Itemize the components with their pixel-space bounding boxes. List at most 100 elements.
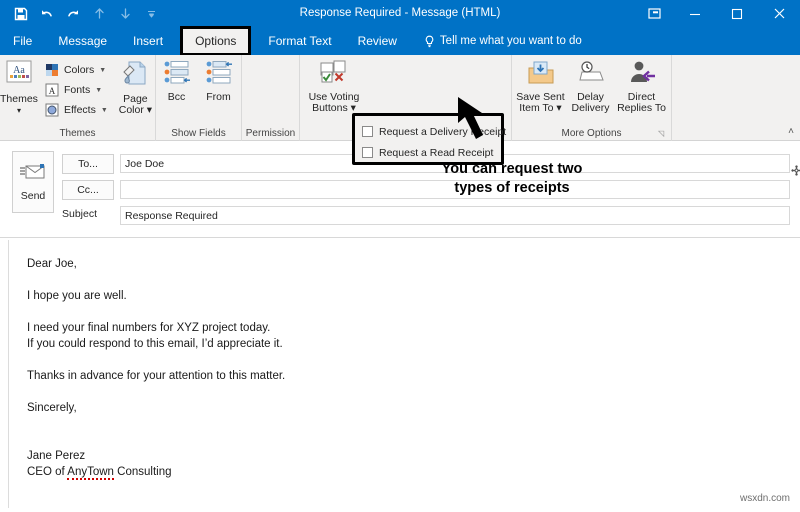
direct-replies-to-icon xyxy=(627,60,657,89)
signature-title: CEO of AnyTown Consulting xyxy=(27,464,285,480)
window-controls xyxy=(634,0,800,27)
from-field-icon xyxy=(204,60,234,89)
to-button[interactable]: To... xyxy=(62,154,114,174)
group-label-show-fields: Show Fields xyxy=(171,128,226,139)
save-icon[interactable] xyxy=(8,3,34,25)
customize-quick-access-toolbar-icon[interactable] xyxy=(138,3,164,25)
theme-fonts-button[interactable]: A Fonts ▼ xyxy=(44,81,108,99)
request-delivery-receipt-label: Request a Delivery Receipt xyxy=(379,125,507,138)
tab-options[interactable]: Options xyxy=(180,26,252,56)
message-body-text[interactable]: Dear Joe, I hope you are well. I need yo… xyxy=(27,256,285,496)
delay-delivery-icon xyxy=(576,60,606,89)
send-icon xyxy=(20,163,46,184)
close-icon[interactable] xyxy=(758,0,800,27)
title-bar: Response Required - Message (HTML) xyxy=(0,0,800,27)
page-color-label-2: Color ▾ xyxy=(118,104,153,116)
signature-name: Jane Perez xyxy=(27,450,86,462)
body-paragraph-2-line-2: If you could respond to this email, I’d … xyxy=(27,338,283,350)
from-button[interactable]: From xyxy=(197,57,241,103)
redo-icon[interactable] xyxy=(60,3,86,25)
message-body-frame: Dear Joe, I hope you are well. I need yo… xyxy=(8,240,792,508)
chevron-down-icon: ▼ xyxy=(99,66,107,74)
body-greeting: Dear Joe, xyxy=(27,258,77,270)
group-label-themes: Themes xyxy=(59,128,96,139)
save-sent-item-to-label-2: Item To ▾ xyxy=(519,102,562,114)
more-options-dialog-launcher-icon[interactable]: ◹ xyxy=(658,129,667,138)
tab-message[interactable]: Message xyxy=(45,27,120,55)
subject-label: Subject xyxy=(62,208,98,220)
direct-replies-to-label-2: Replies To xyxy=(617,102,666,114)
subject-input[interactable]: Response Required xyxy=(120,206,790,225)
ribbon-group-show-fields: Bcc From Show Fields xyxy=(156,55,242,141)
theme-colors-button[interactable]: Colors ▼ xyxy=(44,61,108,79)
save-sent-item-to-icon xyxy=(526,60,556,89)
tab-review[interactable]: Review xyxy=(345,27,410,55)
outlook-compose-window: Response Required - Message (HTML) File … xyxy=(0,0,800,512)
signature-title-post: Consulting xyxy=(113,466,172,478)
tell-me-label: Tell me what you want to do xyxy=(439,35,582,47)
direct-replies-to-button[interactable]: Direct Replies To xyxy=(615,57,669,114)
message-body-area[interactable]: Dear Joe, I hope you are well. I need yo… xyxy=(0,237,800,512)
request-read-receipt-label: Request a Read Receipt xyxy=(379,146,494,159)
undo-icon[interactable] xyxy=(34,3,60,25)
body-paragraph-2-line-1: I need your final numbers for XYZ projec… xyxy=(27,322,271,334)
tab-insert[interactable]: Insert xyxy=(120,27,176,55)
tracking-receipts-highlight: Request a Delivery Receipt Request a Rea… xyxy=(352,113,506,165)
ribbon: Aa Themes ▾ Colors ▼ A Fonts ▼ Effects ▼… xyxy=(0,55,800,165)
watermark: wsxdn.com xyxy=(739,493,790,504)
theme-effects-button[interactable]: Effects ▼ xyxy=(44,101,108,119)
use-voting-buttons-icon xyxy=(318,60,350,89)
minimize-icon[interactable] xyxy=(674,0,716,27)
signature-title-pre: CEO of xyxy=(27,466,68,478)
page-color-button[interactable]: Page Color ▾ xyxy=(116,57,155,116)
use-voting-buttons-button[interactable]: Use Voting Buttons ▾ xyxy=(306,57,362,114)
delay-delivery-button[interactable]: Delay Delivery xyxy=(567,57,615,114)
cc-input[interactable] xyxy=(120,180,790,199)
request-delivery-receipt-checkbox[interactable] xyxy=(362,126,373,137)
body-paragraph-1: I hope you are well. xyxy=(27,290,127,302)
chevron-down-icon: ▼ xyxy=(100,106,108,114)
tab-format-text[interactable]: Format Text xyxy=(255,27,344,55)
themes-button[interactable]: Aa Themes ▾ xyxy=(0,57,38,116)
theme-effects-icon xyxy=(44,102,60,118)
delay-delivery-label-2: Delivery xyxy=(571,102,610,114)
tab-file[interactable]: File xyxy=(0,27,45,55)
request-read-receipt-checkbox[interactable] xyxy=(362,147,373,158)
next-item-icon[interactable] xyxy=(112,3,138,25)
theme-small-buttons: Colors ▼ A Fonts ▼ Effects ▼ xyxy=(44,57,108,119)
send-button[interactable]: Send xyxy=(12,151,54,213)
chevron-down-icon: ▼ xyxy=(95,86,103,94)
from-label: From xyxy=(206,91,231,103)
theme-fonts-label: Fonts xyxy=(63,84,91,96)
theme-fonts-icon: A xyxy=(44,82,60,98)
maximize-icon[interactable] xyxy=(716,0,758,27)
svg-text:A: A xyxy=(49,86,56,96)
send-label: Send xyxy=(20,189,46,202)
group-label-more-options: More Options xyxy=(561,128,622,139)
ribbon-group-more-options: Save Sent Item To ▾ Delay Delivery Direc… xyxy=(512,55,672,141)
themes-dropdown-caret: ▾ xyxy=(16,106,21,115)
ribbon-group-themes: Aa Themes ▾ Colors ▼ A Fonts ▼ Effects ▼… xyxy=(0,55,156,141)
previous-item-icon[interactable] xyxy=(86,3,112,25)
group-label-permission: Permission xyxy=(245,128,296,139)
ribbon-tab-bar: File Message Insert Options Format Text … xyxy=(0,26,800,56)
cc-button[interactable]: Cc... xyxy=(62,180,114,200)
save-sent-item-to-button[interactable]: Save Sent Item To ▾ xyxy=(515,57,567,114)
ribbon-display-options-icon[interactable] xyxy=(634,0,674,27)
signature-misspelled-word: AnyTown xyxy=(67,466,114,480)
ribbon-group-permission: Permission xyxy=(242,55,300,141)
themes-icon: Aa xyxy=(4,60,34,91)
quick-access-toolbar xyxy=(0,3,164,25)
move-cursor-icon xyxy=(791,163,800,176)
request-delivery-receipt-row[interactable]: Request a Delivery Receipt xyxy=(362,121,506,142)
body-paragraph-3: Thanks in advance for your attention to … xyxy=(27,370,286,382)
theme-effects-label: Effects xyxy=(63,104,96,116)
collapse-ribbon-icon[interactable]: ˄ xyxy=(788,126,794,137)
lightbulb-icon xyxy=(424,35,435,48)
bcc-button[interactable]: Bcc xyxy=(157,57,197,103)
bcc-field-icon xyxy=(162,60,192,89)
body-closing: Sincerely, xyxy=(27,402,77,414)
page-color-icon xyxy=(120,60,150,91)
request-read-receipt-row[interactable]: Request a Read Receipt xyxy=(362,142,497,163)
tell-me-search[interactable]: Tell me what you want to do xyxy=(410,27,582,55)
